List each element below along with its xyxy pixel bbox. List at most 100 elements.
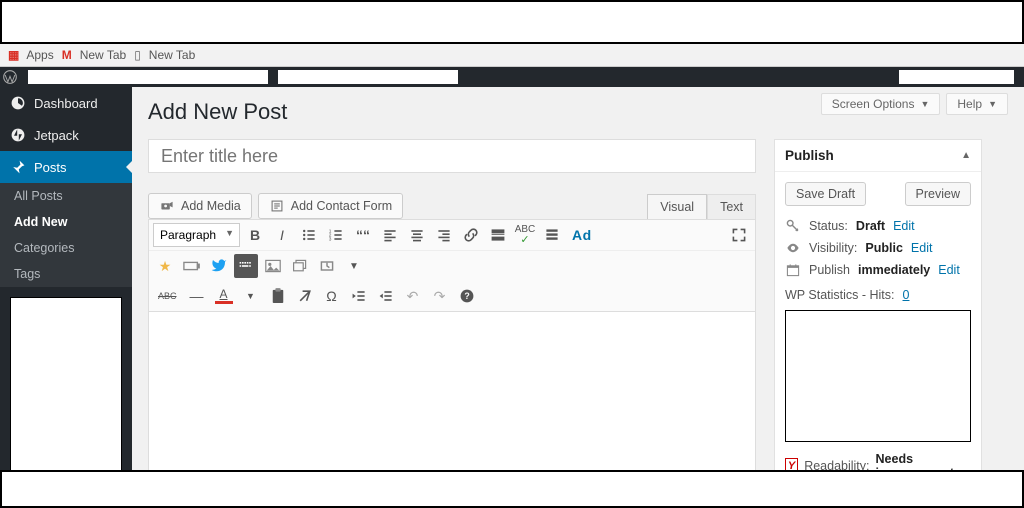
- tab-text[interactable]: Text: [707, 194, 756, 219]
- post-title-input[interactable]: [148, 139, 756, 173]
- publish-metabox-header[interactable]: Publish ▲: [775, 140, 981, 172]
- screen-options-button[interactable]: Screen Options ▼: [821, 93, 941, 115]
- svg-text:3: 3: [329, 237, 332, 243]
- redo-button[interactable]: ↷: [428, 284, 452, 308]
- status-value: Draft: [856, 219, 885, 233]
- publish-column: Publish ▲ Save Draft Preview Status: Dra…: [774, 139, 982, 470]
- bookmark-bar: ▦ Apps M New Tab ▯ New Tab: [0, 44, 1024, 67]
- horizontal-rule-button[interactable]: —: [185, 284, 209, 308]
- add-media-button[interactable]: Add Media: [148, 193, 252, 219]
- color-caret-icon[interactable]: ▼: [239, 284, 263, 308]
- format-select[interactable]: Paragraph: [153, 223, 240, 247]
- sidebar-sub-tags[interactable]: Tags: [0, 261, 132, 287]
- admin-bar-redacted-b: [278, 70, 458, 84]
- star-icon[interactable]: ★: [153, 254, 177, 278]
- bookmark-newtab-b[interactable]: New Tab: [149, 48, 195, 62]
- sidebar-sub-allposts[interactable]: All Posts: [0, 183, 132, 209]
- text-color-button[interactable]: A: [212, 284, 236, 308]
- wordpress-logo-icon[interactable]: [0, 70, 20, 84]
- twitter-icon[interactable]: [207, 254, 231, 278]
- admin-bar-redacted-a: [28, 70, 268, 84]
- gmail-icon[interactable]: M: [62, 48, 72, 62]
- insert-more-button[interactable]: [486, 223, 510, 247]
- image-button[interactable]: [261, 254, 285, 278]
- hits-label: WP Statistics - Hits:: [785, 288, 895, 302]
- bold-button[interactable]: B: [243, 223, 267, 247]
- help-label: Help: [957, 97, 982, 111]
- statistics-row: WP Statistics - Hits: 0: [785, 288, 971, 302]
- bookmark-newtab-a[interactable]: New Tab: [80, 48, 126, 62]
- undo-button[interactable]: ↶: [401, 284, 425, 308]
- indent-button[interactable]: [374, 284, 398, 308]
- status-edit-link[interactable]: Edit: [893, 219, 915, 233]
- readability-row: Y Readability: Needs improvement: [785, 452, 971, 470]
- bookmark-apps[interactable]: Apps: [26, 48, 53, 62]
- battery-icon[interactable]: [180, 254, 204, 278]
- publish-metabox-body: Save Draft Preview Status: Draft Edit Vi…: [775, 172, 981, 470]
- blockquote-button[interactable]: ““: [351, 223, 375, 247]
- paste-button[interactable]: [266, 284, 290, 308]
- publish-heading: Publish: [785, 148, 834, 163]
- svg-text:?: ?: [464, 291, 469, 301]
- insert-link-button[interactable]: [459, 223, 483, 247]
- align-right-button[interactable]: [432, 223, 456, 247]
- publish-value: immediately: [858, 263, 930, 277]
- editor-column: Add Media Add Contact Form Visual Text P…: [148, 139, 756, 470]
- sidebar-item-jetpack[interactable]: Jetpack: [0, 119, 132, 151]
- spellcheck-button[interactable]: ABC✓: [513, 223, 537, 247]
- sidebar-sub-addnew[interactable]: Add New: [0, 209, 132, 235]
- collapse-triangle-icon: ▲: [961, 150, 971, 161]
- italic-button[interactable]: I: [270, 223, 294, 247]
- help-button[interactable]: Help ▼: [946, 93, 1008, 115]
- preview-button[interactable]: Preview: [905, 182, 971, 206]
- add-contact-label: Add Contact Form: [291, 199, 392, 213]
- sidebar-sub-categories[interactable]: Categories: [0, 235, 132, 261]
- strikethrough-button[interactable]: ABC: [153, 284, 182, 308]
- toolbar-toggle-button[interactable]: [540, 223, 564, 247]
- publish-edit-link[interactable]: Edit: [938, 263, 960, 277]
- statistics-graph-placeholder: [785, 310, 971, 442]
- hits-value-link[interactable]: 0: [903, 288, 910, 302]
- screen-options-label: Screen Options: [832, 97, 915, 111]
- visibility-value: Public: [865, 241, 903, 255]
- add-media-label: Add Media: [181, 199, 241, 213]
- apps-grid-icon[interactable]: ▦: [8, 48, 18, 62]
- revert-button[interactable]: [315, 254, 339, 278]
- outdent-button[interactable]: [347, 284, 371, 308]
- sidebar-label-dashboard: Dashboard: [34, 96, 98, 111]
- toolbar-row-2: ★ ▼: [149, 251, 755, 281]
- align-left-button[interactable]: [378, 223, 402, 247]
- eye-icon: [785, 240, 801, 256]
- keyboard-button[interactable]: [234, 254, 258, 278]
- special-char-button[interactable]: Ω: [320, 284, 344, 308]
- align-center-button[interactable]: [405, 223, 429, 247]
- admin-bar-redacted-c: [899, 70, 1014, 84]
- layers-button[interactable]: [288, 254, 312, 278]
- add-contact-form-button[interactable]: Add Contact Form: [258, 193, 403, 219]
- save-draft-button[interactable]: Save Draft: [785, 182, 866, 206]
- sidebar-redacted-box: [10, 297, 122, 495]
- clear-formatting-button[interactable]: [293, 284, 317, 308]
- status-label: Status:: [809, 219, 848, 233]
- ad-button[interactable]: Ad: [567, 223, 597, 247]
- help-icon[interactable]: ?: [455, 284, 479, 308]
- numbered-list-button[interactable]: 123: [324, 223, 348, 247]
- format-select-wrap[interactable]: Paragraph: [153, 223, 240, 247]
- calendar-icon: [785, 262, 801, 278]
- editor-mode-tabs: Visual Text: [647, 194, 756, 219]
- sidebar-item-posts[interactable]: Posts: [0, 151, 132, 183]
- wp-admin-bar: [0, 67, 1024, 87]
- visibility-edit-link[interactable]: Edit: [911, 241, 933, 255]
- editor-content-area[interactable]: [148, 312, 756, 470]
- document-icon[interactable]: ▯: [134, 48, 141, 62]
- publish-metabox: Publish ▲ Save Draft Preview Status: Dra…: [774, 139, 982, 470]
- tab-visual[interactable]: Visual: [647, 194, 707, 219]
- bullet-list-button[interactable]: [297, 223, 321, 247]
- distraction-free-button[interactable]: [727, 223, 751, 247]
- toolbar-row-3: ABC — A ▼ Ω ↶ ↷ ?: [149, 281, 755, 311]
- bottom-redacted-bar: [0, 470, 1024, 508]
- dropdown-caret-icon[interactable]: ▼: [342, 254, 366, 278]
- pin-icon: [10, 159, 26, 175]
- publish-label: Publish: [809, 263, 850, 277]
- sidebar-item-dashboard[interactable]: Dashboard: [0, 87, 132, 119]
